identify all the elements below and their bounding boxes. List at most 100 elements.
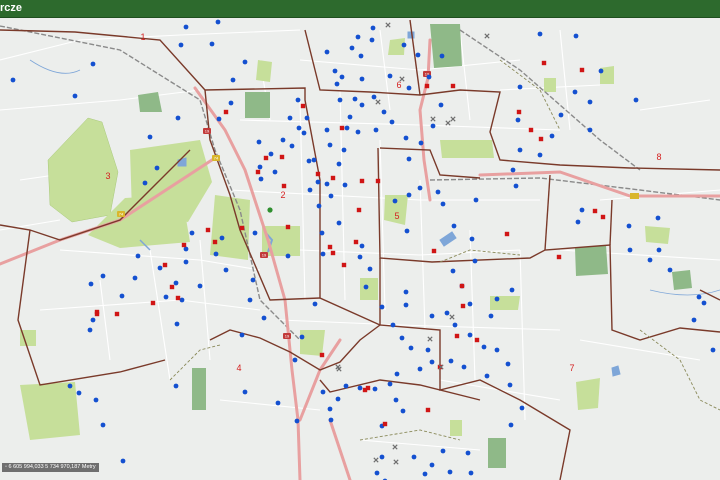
blue-point-marker[interactable] [179,297,185,303]
blue-point-marker[interactable] [327,142,333,148]
blue-point-marker[interactable] [370,25,376,31]
blue-point-marker[interactable] [147,134,153,140]
red-square-marker[interactable] [319,352,325,358]
blue-point-marker[interactable] [93,397,99,403]
red-square-marker[interactable] [315,171,321,177]
blue-point-marker[interactable] [390,322,396,328]
blue-point-marker[interactable] [400,408,406,414]
blue-point-marker[interactable] [403,289,409,295]
blue-point-marker[interactable] [357,385,363,391]
blue-point-marker[interactable] [239,332,245,338]
blue-point-marker[interactable] [256,139,262,145]
blue-point-marker[interactable] [90,317,96,323]
blue-point-marker[interactable] [349,45,355,51]
blue-point-marker[interactable] [294,418,300,424]
blue-point-marker[interactable] [691,317,697,323]
blue-point-marker[interactable] [358,53,364,59]
blue-point-marker[interactable] [285,253,291,259]
red-square-marker[interactable] [339,125,345,131]
blue-point-marker[interactable] [327,406,333,412]
map-view[interactable]: 19 74 19 74 19 19 1 2 3 4 5 6 7 8 [0,18,720,480]
blue-point-marker[interactable] [289,143,295,149]
blue-point-marker[interactable] [324,49,330,55]
blue-point-marker[interactable] [587,127,593,133]
blue-point-marker[interactable] [627,247,633,253]
red-square-marker[interactable] [212,239,218,245]
blue-point-marker[interactable] [189,230,195,236]
blue-point-marker[interactable] [389,119,395,125]
blue-point-marker[interactable] [473,197,479,203]
blue-point-marker[interactable] [355,129,361,135]
blue-point-marker[interactable] [292,357,298,363]
blue-point-marker[interactable] [367,266,373,272]
red-square-marker[interactable] [341,262,347,268]
blue-point-marker[interactable] [335,396,341,402]
red-square-marker[interactable] [94,311,100,317]
blue-point-marker[interactable] [447,469,453,475]
blue-point-marker[interactable] [467,301,473,307]
blue-point-marker[interactable] [359,243,365,249]
blue-point-marker[interactable] [392,198,398,204]
blue-point-marker[interactable] [363,284,369,290]
blue-point-marker[interactable] [411,454,417,460]
blue-point-marker[interactable] [465,450,471,456]
blue-point-marker[interactable] [426,74,432,80]
red-square-marker[interactable] [205,227,211,233]
red-square-marker[interactable] [460,303,466,309]
blue-point-marker[interactable] [223,267,229,273]
red-square-marker[interactable] [459,283,465,289]
blue-point-marker[interactable] [573,33,579,39]
red-square-marker[interactable] [330,250,336,256]
red-square-marker[interactable] [474,337,480,343]
blue-point-marker[interactable] [341,147,347,153]
red-square-marker[interactable] [162,262,168,268]
blue-point-marker[interactable] [132,275,138,281]
blue-point-marker[interactable] [316,203,322,209]
blue-point-marker[interactable] [307,187,313,193]
blue-point-marker[interactable] [403,135,409,141]
blue-point-marker[interactable] [142,180,148,186]
blue-point-marker[interactable] [355,34,361,40]
blue-point-marker[interactable] [275,400,281,406]
red-square-marker[interactable] [181,242,187,248]
blue-point-marker[interactable] [157,265,163,271]
red-square-marker[interactable] [356,207,362,213]
blue-point-marker[interactable] [120,458,126,464]
blue-point-marker[interactable] [315,179,321,185]
blue-point-marker[interactable] [311,157,317,163]
red-square-marker[interactable] [504,231,510,237]
blue-point-marker[interactable] [337,97,343,103]
blue-point-marker[interactable] [507,382,513,388]
blue-point-marker[interactable] [452,322,458,328]
blue-point-marker[interactable] [415,52,421,58]
blue-point-marker[interactable] [88,281,94,287]
blue-point-marker[interactable] [242,59,248,65]
blue-point-marker[interactable] [72,93,78,99]
blue-point-marker[interactable] [422,471,428,477]
red-square-marker[interactable] [327,244,333,250]
blue-point-marker[interactable] [228,100,234,106]
blue-point-marker[interactable] [369,37,375,43]
blue-point-marker[interactable] [448,358,454,364]
blue-point-marker[interactable] [481,344,487,350]
blue-point-marker[interactable] [100,273,106,279]
blue-point-marker[interactable] [469,236,475,242]
blue-point-marker[interactable] [373,127,379,133]
red-square-marker[interactable] [281,183,287,189]
blue-point-marker[interactable] [710,347,716,353]
blue-point-marker[interactable] [519,405,525,411]
red-square-marker[interactable] [263,155,269,161]
blue-point-marker[interactable] [216,116,222,122]
red-square-marker[interactable] [175,295,181,301]
blue-point-marker[interactable] [175,115,181,121]
blue-point-marker[interactable] [667,267,673,273]
blue-point-marker[interactable] [332,68,338,74]
blue-point-marker[interactable] [440,201,446,207]
red-square-marker[interactable] [150,300,156,306]
blue-point-marker[interactable] [154,165,160,171]
blue-point-marker[interactable] [515,117,521,123]
blue-point-marker[interactable] [494,296,500,302]
red-square-marker[interactable] [579,67,585,73]
red-square-marker[interactable] [375,178,381,184]
red-square-marker[interactable] [239,225,245,231]
